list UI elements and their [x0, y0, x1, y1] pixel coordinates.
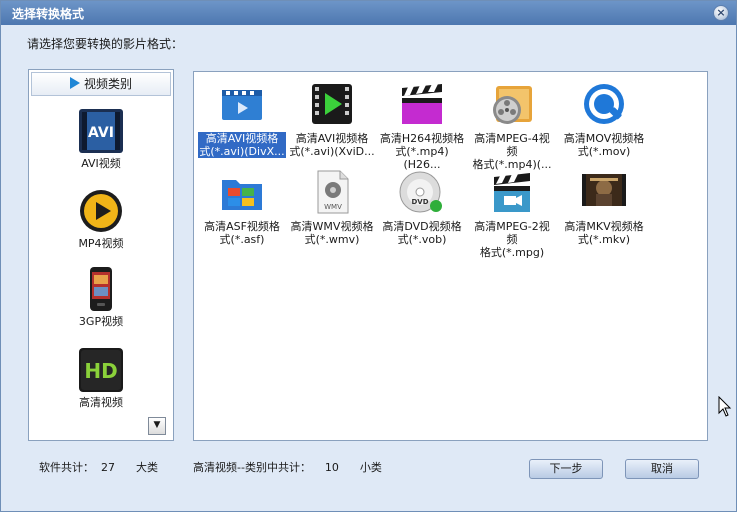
format-item-h264[interactable]: 高清H264视频格 式(*.mp4)(H26...: [378, 80, 466, 171]
category-header-label: 视频类别: [83, 77, 132, 91]
format-label-line1: 高清DVD视频格: [382, 220, 462, 233]
format-panel: 高清AVI视频格 式(*.avi)(DivX... 高清AVI视频格 式(*.avi…: [193, 71, 708, 441]
category-total-status: 高清视频--类别中共计： 10 小类: [193, 461, 382, 474]
format-label-line1: 高清AVI视频格: [205, 132, 279, 145]
title-bar: 选择转换格式 ×: [1, 1, 736, 25]
category-label: MP4视频: [78, 237, 124, 250]
category-label: 3GP视频: [78, 315, 124, 328]
format-label: 高清MPEG-2视频 格式(*.mpg): [468, 220, 556, 259]
format-item-mpeg2[interactable]: 高清MPEG-2视频 格式(*.mpg): [468, 168, 556, 259]
quicktime-icon: [584, 84, 624, 124]
format-label-line1: 高清ASF视频格: [204, 220, 280, 233]
format-label: 高清DVD视频格 式(*.vob): [381, 220, 462, 246]
movie-poster-icon: [582, 174, 626, 206]
mp4-play-icon: [80, 190, 122, 232]
format-label-line1: 高清H264视频格: [379, 132, 465, 145]
format-label-line1: 高清MPEG-2视频: [474, 220, 550, 246]
format-label: 高清MOV视频格 式(*.mov): [563, 132, 645, 158]
scroll-down-button[interactable]: ▼: [148, 417, 166, 435]
category-header[interactable]: 视频类别: [31, 72, 171, 96]
format-label-line2: 式(*.wmv): [304, 233, 360, 246]
format-label-line2: 式(*.avi)(XviD...: [289, 145, 375, 158]
clapper-film-icon: [494, 173, 530, 212]
category-item-hd[interactable]: HD 高清视频: [29, 347, 173, 410]
format-label: 高清AVI视频格 式(*.avi)(DivX...: [198, 132, 286, 158]
cancel-button[interactable]: 取消: [625, 459, 699, 479]
format-prompt: 请选择您要转换的影片格式：: [27, 37, 184, 51]
mouse-cursor-icon: [718, 396, 732, 417]
format-label-line2: 式(*.mov): [577, 145, 631, 158]
category-label: 高清视频: [79, 396, 123, 409]
svg-text:DVD: DVD: [411, 198, 428, 206]
format-label: 高清MKV视频格 式(*.mkv): [563, 220, 644, 246]
format-label-line1: 高清WMV视频格: [290, 220, 374, 233]
category-item-mp4[interactable]: MP4视频: [29, 188, 173, 251]
format-dialog: 选择转换格式 × 请选择您要转换的影片格式： 视频类别 AVI AVI视频 MP…: [0, 0, 737, 512]
svg-text:HD: HD: [84, 359, 117, 383]
format-label: 高清AVI视频格 式(*.avi)(XviD...: [288, 132, 375, 158]
format-label: 高清ASF视频格 式(*.asf): [203, 220, 281, 246]
format-label-line2: 式(*.mkv): [577, 233, 631, 246]
format-label-line1: 高清MPEG-4视频: [474, 132, 550, 158]
format-label-line2: 格式(*.mpg): [479, 246, 545, 259]
format-label-line1: 高清MKV视频格: [564, 220, 644, 233]
dvd-disc-icon: DVD: [399, 171, 442, 213]
format-label: 高清WMV视频格 式(*.wmv): [290, 220, 375, 246]
play-film-icon: [312, 84, 352, 124]
format-label-line2: 式(*.asf): [219, 233, 265, 246]
clapperboard-icon: [402, 84, 442, 124]
phone-icon: [90, 267, 112, 311]
format-label: 高清MPEG-4视频 格式(*.mp4)(...: [468, 132, 556, 171]
format-item-mpeg4[interactable]: 高清MPEG-4视频 格式(*.mp4)(...: [468, 80, 556, 171]
category-label: AVI视频: [81, 157, 121, 170]
wmv-file-icon: WMV: [317, 170, 349, 214]
next-button[interactable]: 下一步: [529, 459, 603, 479]
category-item-3gp[interactable]: 3GP视频: [29, 266, 173, 329]
format-item-avi-divx[interactable]: 高清AVI视频格 式(*.avi)(DivX...: [198, 80, 286, 158]
close-button[interactable]: ×: [713, 5, 729, 21]
category-item-avi[interactable]: AVI AVI视频: [29, 108, 173, 171]
format-label-line1: 高清AVI视频格: [295, 132, 369, 145]
format-label-line2: 式(*.avi)(DivX...: [199, 145, 285, 158]
hd-icon: HD: [79, 348, 123, 392]
format-label-line2: 式(*.vob): [397, 233, 447, 246]
film-clip-icon: [222, 90, 262, 120]
film-reel-icon: [493, 86, 532, 124]
windows-folder-icon: [222, 180, 262, 210]
format-label: 高清H264视频格 式(*.mp4)(H26...: [378, 132, 466, 171]
format-item-mkv[interactable]: 高清MKV视频格 式(*.mkv): [560, 168, 648, 246]
format-label-line1: 高清MOV视频格: [563, 132, 645, 145]
software-total-status: 软件共计： 27 大类: [39, 461, 158, 474]
svg-text:WMV: WMV: [324, 203, 342, 211]
format-item-wmv[interactable]: WMV 高清WMV视频格 式(*.wmv): [288, 168, 376, 246]
svg-text:AVI: AVI: [88, 125, 114, 141]
avi-icon: AVI: [79, 109, 123, 153]
category-panel: 视频类别 AVI AVI视频 MP4视频 3GP视频 HD 高清视频 ▼: [28, 69, 174, 441]
format-item-dvd[interactable]: DVD 高清DVD视频格 式(*.vob): [378, 168, 466, 246]
play-arrow-icon: [69, 77, 80, 89]
format-item-asf[interactable]: 高清ASF视频格 式(*.asf): [198, 168, 286, 246]
format-item-mov[interactable]: 高清MOV视频格 式(*.mov): [560, 80, 648, 158]
format-item-avi-xvid[interactable]: 高清AVI视频格 式(*.avi)(XviD...: [288, 80, 376, 158]
dialog-title: 选择转换格式: [12, 7, 85, 21]
